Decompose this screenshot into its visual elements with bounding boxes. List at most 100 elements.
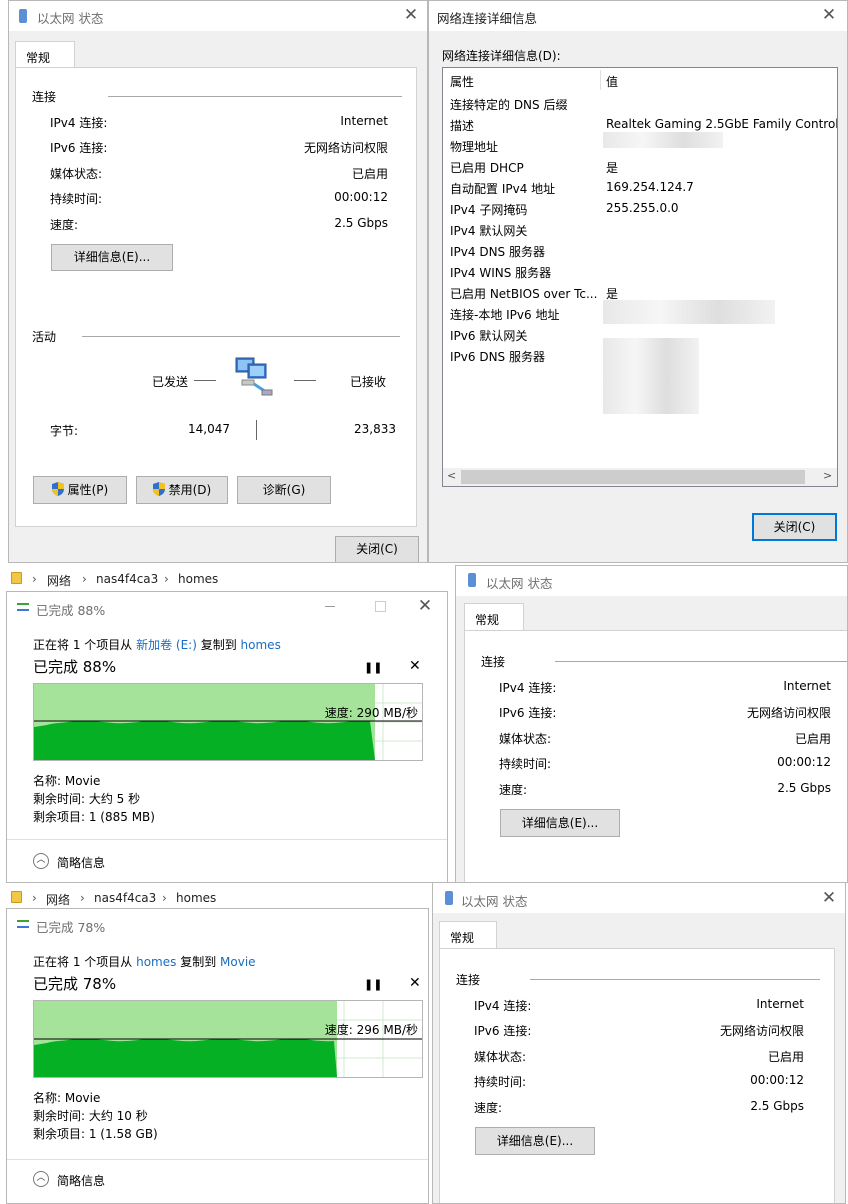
breadcrumb-separator: › [32,891,37,905]
breadcrumb-item[interactable]: 网络 [47,572,71,589]
source-link[interactable]: homes [136,955,176,969]
tab-general[interactable]: 常规 [15,41,75,68]
details-button[interactable]: 详细信息(E)... [475,1127,595,1155]
copy-description: 正在将 1 个项目从 新加卷 (E:) 复制到 homes [33,636,281,653]
media-state-value: 已启用 [351,167,388,181]
detail-property[interactable]: 连接特定的 DNS 后缀 [450,96,567,113]
ipv6-connection-label: IPv6 连接: [474,1024,532,1038]
scroll-thumb[interactable] [461,470,805,484]
cancel-icon[interactable]: ✕ [409,658,421,674]
copy-icon [17,603,29,611]
header-property[interactable]: 属性 [450,73,474,90]
media-state-label: 媒体状态: [499,732,552,746]
chevron-up-icon[interactable]: ︿ [33,1171,49,1187]
properties-label: 属性(P) [67,483,109,497]
breadcrumb-item[interactable]: nas4f4ca3 [96,572,158,586]
detail-property[interactable]: IPv4 DNS 服务器 [450,243,545,260]
speed-area [34,720,375,760]
detail-value[interactable]: 是 [606,159,618,176]
ipv6-connection-value: 无网络访问权限 [746,706,831,720]
horizontal-scrollbar[interactable]: < > [443,468,837,486]
details-button[interactable]: 详细信息(E)... [51,244,173,271]
general-tab-panel: 连接 IPv4 连接: Internet IPv6 连接: 无网络访问权限 媒体… [15,67,417,527]
folder-icon [11,891,22,903]
detail-property[interactable]: 已启用 NetBIOS over Tc... [450,285,597,302]
pause-icon[interactable]: ❚❚ [364,661,382,674]
speed-value: 2.5 Gbps [750,1099,804,1113]
less-details-link[interactable]: 简略信息 [57,854,105,871]
speed-area [34,1038,337,1077]
detail-value[interactable]: 169.254.124.7 [606,180,694,194]
ipv6-connection-label: IPv6 连接: [499,706,557,720]
speed-value: 2.5 Gbps [777,781,831,795]
desc-prefix: 正在将 1 个项目从 [33,638,137,652]
detail-value[interactable]: Realtek Gaming 2.5GbE Family Controlle [606,117,837,131]
detail-property[interactable]: 连接-本地 IPv6 地址 [450,306,559,323]
cancel-icon[interactable]: ✕ [409,975,421,991]
file-name: 名称: Movie [33,1091,101,1105]
breadcrumb-item[interactable]: 网络 [46,891,70,908]
close-icon[interactable]: ✕ [817,887,841,909]
media-state-label: 媒体状态: [50,167,103,181]
network-adapter-icon [445,891,453,905]
percent-complete: 已完成 78% [33,975,117,993]
media-state-value: 已启用 [794,732,831,746]
minimize-icon[interactable] [325,606,335,607]
details-listbox[interactable]: 属性 值 连接特定的 DNS 后缀 描述 Realtek Gaming 2.5GbE… [442,67,838,487]
close-icon[interactable]: ✕ [413,595,437,617]
maximize-icon [375,601,386,612]
time-remaining: 剩余时间: 大约 10 秒 [33,1109,148,1123]
ipv4-connection-label: IPv4 连接: [499,681,557,695]
chevron-up-icon[interactable]: ︿ [33,853,49,869]
header-value[interactable]: 值 [606,73,618,90]
close-icon[interactable]: ✕ [817,4,841,26]
pause-icon[interactable]: ❚❚ [364,978,382,991]
duration-value: 00:00:12 [750,1073,804,1087]
close-button[interactable]: 关闭(C) [335,536,419,562]
details-list-label: 网络连接详细信息(D): [442,49,561,63]
breadcrumb-separator: › [82,572,87,586]
duration-value: 00:00:12 [334,190,388,204]
disable-button[interactable]: 禁用(D) [136,476,228,504]
speed-graph: 速度: 290 MB/秒 [33,683,423,761]
breadcrumb-item[interactable]: homes [178,572,218,586]
duration-label: 持续时间: [50,192,103,206]
bytes-label: 字节: [50,424,79,438]
footer: ︿ 简略信息 [7,839,447,882]
general-tab-panel: 连接 IPv4 连接: Internet IPv6 连接: 无网络访问权限 媒体… [464,630,847,882]
ipv6-connection-value: 无网络访问权限 [303,141,388,155]
target-link[interactable]: homes [241,638,281,652]
properties-button[interactable]: 属性(P) [33,476,127,504]
scroll-left-icon[interactable]: < [447,469,456,482]
detail-property[interactable]: IPv4 子网掩码 [450,201,527,218]
detail-property[interactable]: IPv6 DNS 服务器 [450,348,545,365]
received-line [294,380,316,381]
footer: ︿ 简略信息 [7,1159,428,1203]
detail-property[interactable]: IPv4 默认网关 [450,222,527,239]
details-button[interactable]: 详细信息(E)... [500,809,620,837]
speed-label: 速度: [50,218,79,232]
tab-general[interactable]: 常规 [439,921,497,949]
source-link[interactable]: 新加卷 (E:) [136,638,197,652]
diagnose-button[interactable]: 诊断(G) [237,476,331,504]
detail-property[interactable]: IPv4 WINS 服务器 [450,264,551,281]
close-icon[interactable]: ✕ [399,4,423,26]
less-details-link[interactable]: 简略信息 [57,1172,105,1189]
detail-value[interactable]: 255.255.0.0 [606,201,679,215]
network-adapter-icon [19,9,27,23]
detail-property[interactable]: 自动配置 IPv4 地址 [450,180,555,197]
network-icon [232,354,278,398]
detail-property[interactable]: 描述 [450,117,474,134]
detail-property[interactable]: 物理地址 [450,138,498,155]
target-link[interactable]: Movie [220,955,256,969]
breadcrumb-item[interactable]: nas4f4ca3 [94,891,156,905]
breadcrumb-item[interactable]: homes [176,891,216,905]
scroll-right-icon[interactable]: > [823,469,832,482]
close-button[interactable]: 关闭(C) [752,513,837,541]
detail-property[interactable]: 已启用 DHCP [450,159,524,176]
media-state-value: 已启用 [767,1050,804,1064]
detail-property[interactable]: IPv6 默认网关 [450,327,527,344]
section-divider [108,96,402,97]
tab-general[interactable]: 常规 [464,603,524,631]
duration-label: 持续时间: [474,1075,527,1089]
